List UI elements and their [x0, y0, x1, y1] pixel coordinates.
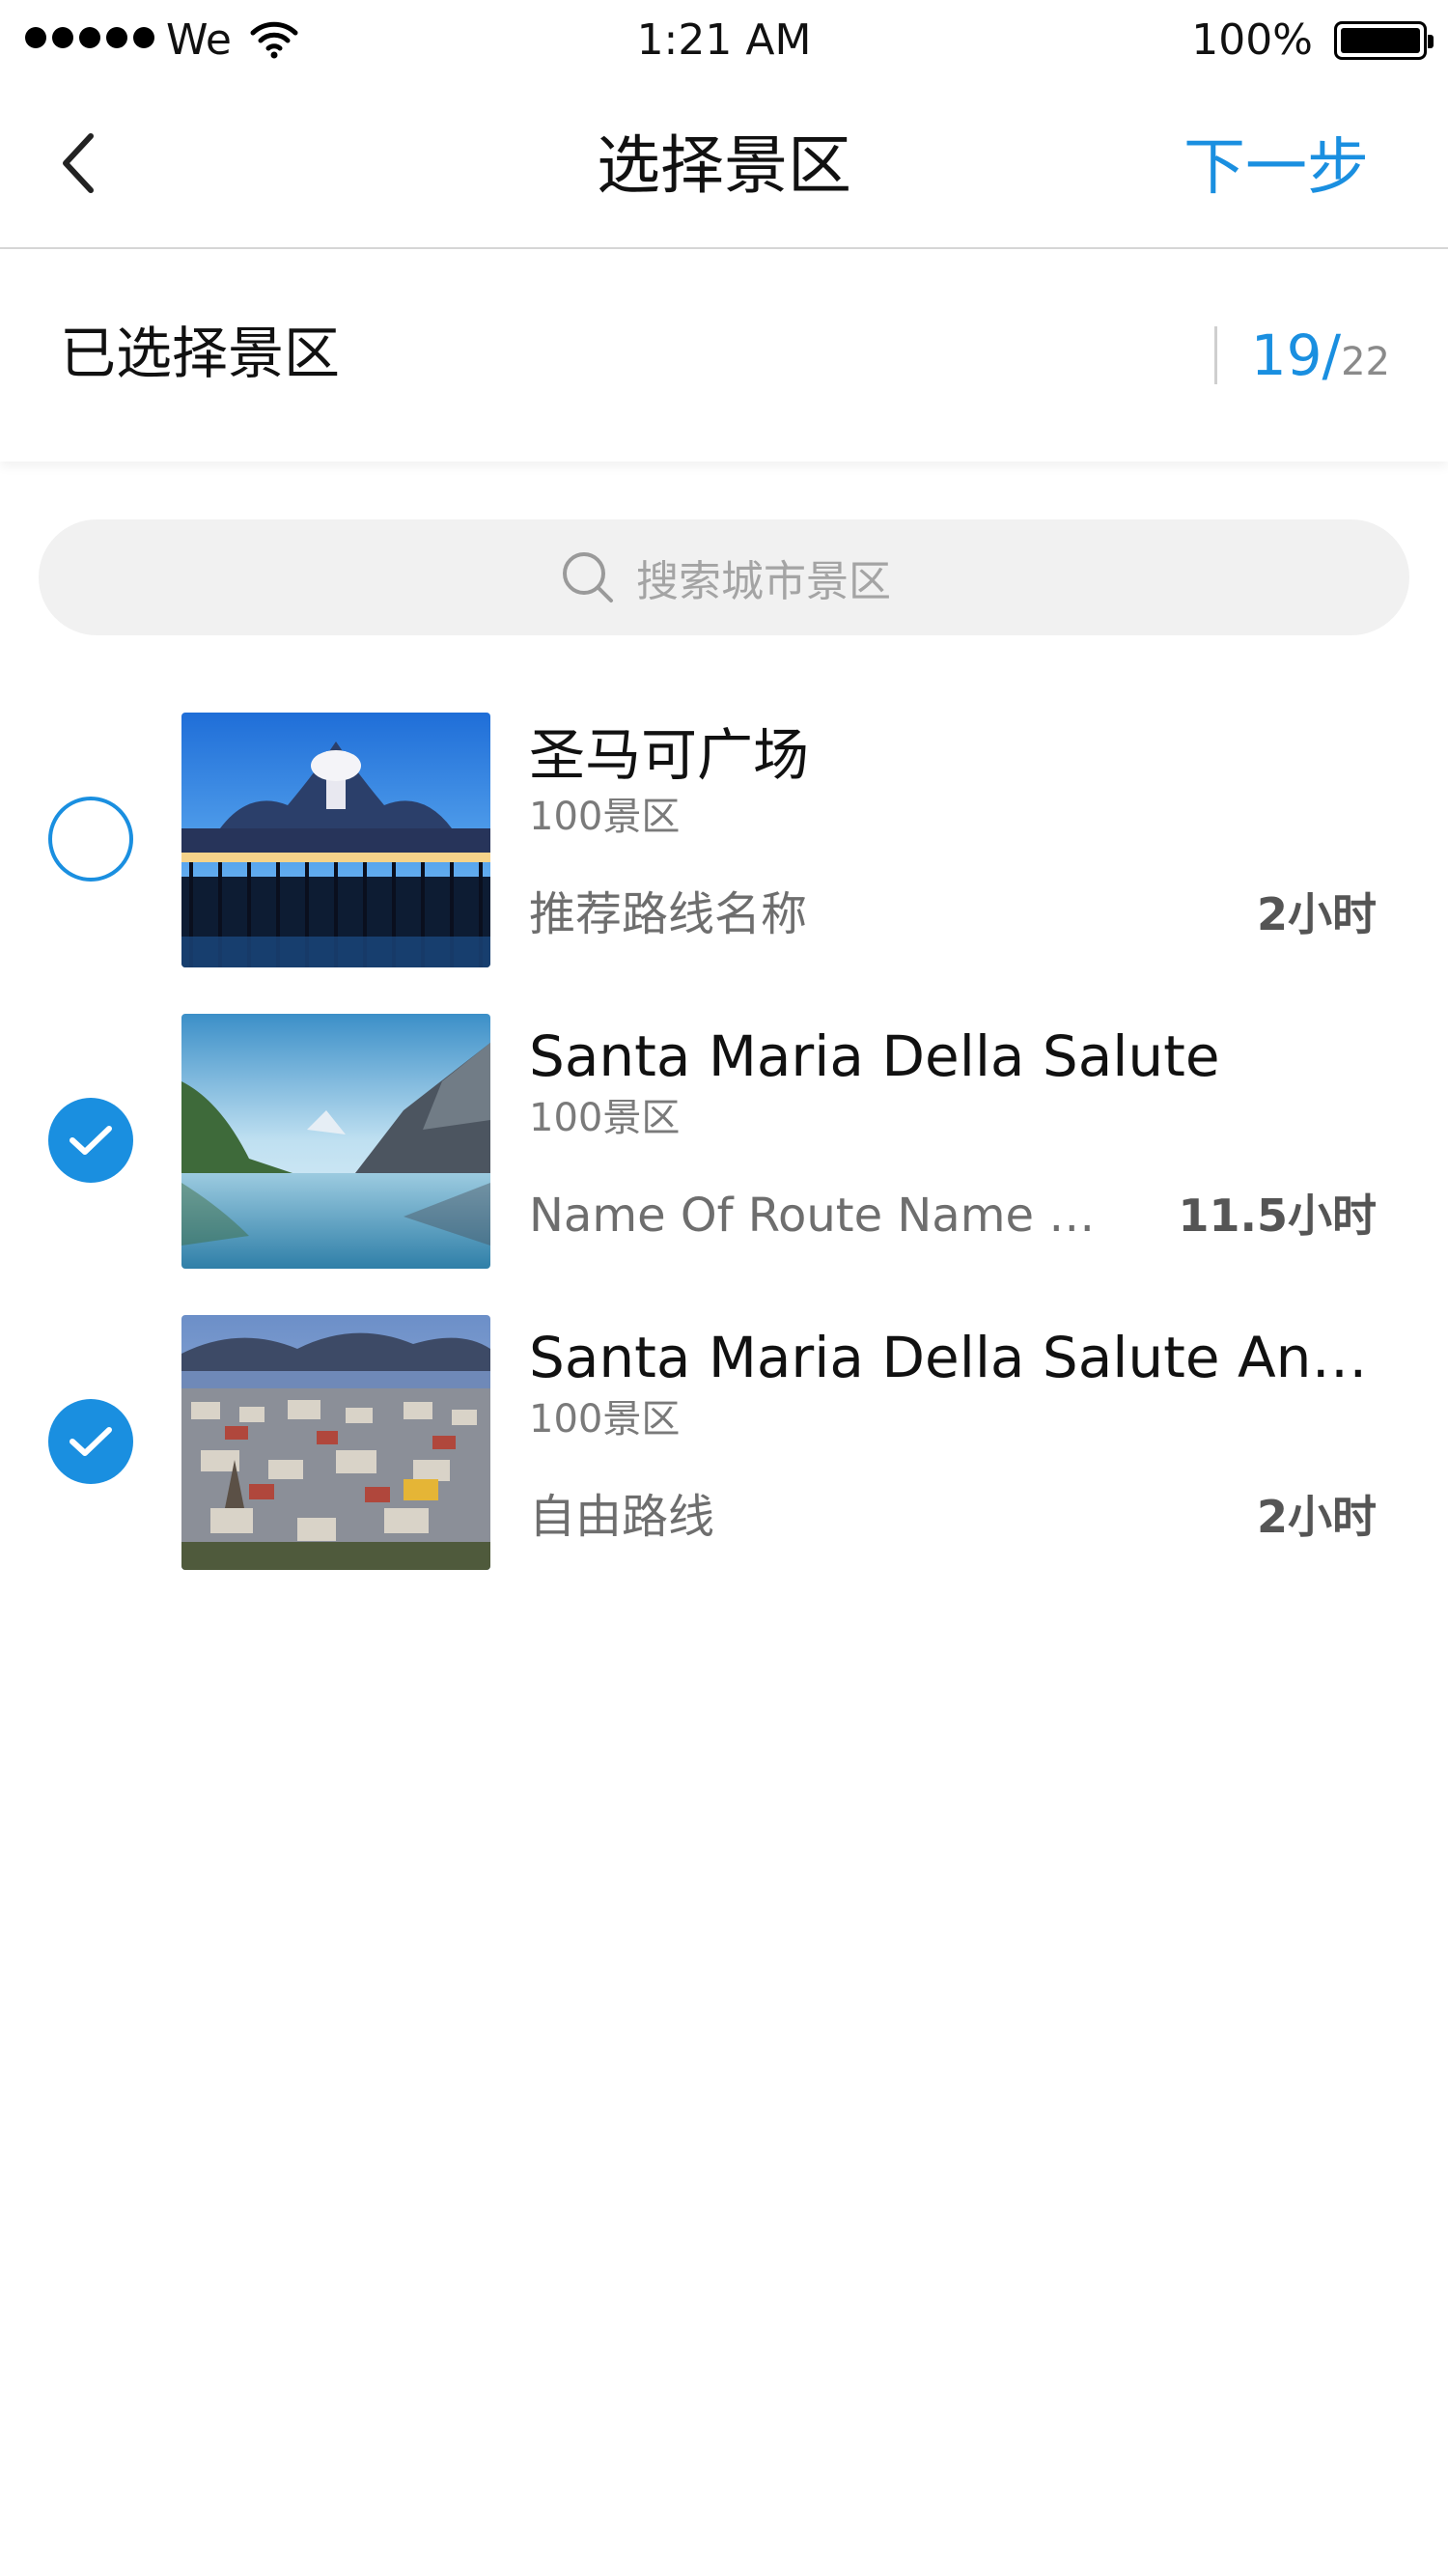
battery-percentage: 100% [1191, 15, 1313, 65]
checkbox-checked[interactable] [48, 1399, 133, 1484]
item-route-name: Name Of Route Name … [529, 1189, 1096, 1243]
list-item[interactable]: Santa Maria Della Salute 100景区 Name Of R… [0, 1012, 1448, 1269]
item-duration: 2小时 [1256, 1491, 1377, 1543]
status-bar: We 1:21 AM 100% [0, 0, 1448, 81]
scenic-thumbnail [181, 1315, 490, 1570]
search-placeholder: 搜索城市景区 [636, 557, 891, 606]
checkbox-checked[interactable] [48, 1098, 133, 1183]
battery-icon [1334, 21, 1434, 60]
next-step-button[interactable]: 下一步 [1183, 129, 1369, 207]
item-title: 圣马可广场 [529, 722, 810, 788]
scenic-thumbnail [181, 1014, 490, 1269]
item-route-name: 自由路线 [529, 1490, 715, 1544]
navigation-bar: 选择景区 下一步 [0, 81, 1448, 249]
checkmark-icon [70, 1126, 112, 1155]
list-item[interactable]: 圣马可广场 100景区 推荐路线名称 2小时 [0, 711, 1448, 967]
item-subtitle: 100景区 [529, 795, 681, 839]
divider [1214, 326, 1217, 384]
item-subtitle: 100景区 [529, 1096, 681, 1140]
checkbox-unchecked[interactable] [48, 797, 133, 882]
item-title: Santa Maria Della Salute [529, 1023, 1220, 1089]
scenic-thumbnail [181, 713, 490, 967]
selected-label: 已选择景区 [60, 321, 341, 386]
item-title: Santa Maria Della Salute An… [529, 1325, 1368, 1390]
list-item[interactable]: Santa Maria Della Salute An… 100景区 自由路线 … [0, 1313, 1448, 1570]
item-duration: 2小时 [1256, 888, 1377, 940]
search-icon [563, 552, 613, 602]
selected-count: 19/22 [1251, 317, 1390, 408]
item-route-name: 推荐路线名称 [529, 887, 808, 941]
selected-summary: 已选择景区 19/22 [0, 249, 1448, 462]
total-count-value: 22 [1341, 340, 1390, 384]
checkmark-icon [70, 1427, 112, 1456]
selected-count-value: 19/ [1250, 322, 1342, 388]
item-subtitle: 100景区 [529, 1397, 681, 1442]
search-input[interactable]: 搜索城市景区 [39, 519, 1409, 635]
item-duration: 11.5小时 [1178, 1190, 1378, 1242]
